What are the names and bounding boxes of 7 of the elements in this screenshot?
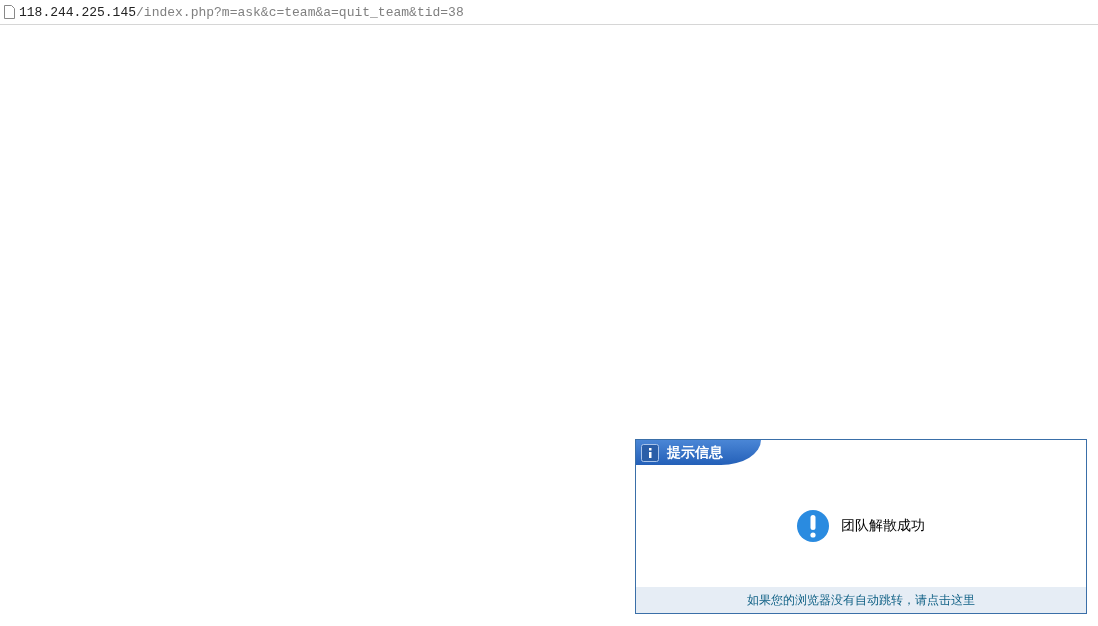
redirect-link[interactable]: 如果您的浏览器没有自动跳转，请点击这里 (747, 591, 975, 609)
dialog-title: 提示信息 (667, 443, 723, 462)
exclamation-icon (797, 510, 829, 542)
page-icon (4, 5, 15, 19)
success-message: 团队解散成功 (841, 517, 925, 535)
info-icon (641, 443, 659, 462)
address-field[interactable]: 118.244.225.145/index.php?m=ask&c=team&a=quit_team&tid=38 (19, 4, 464, 20)
